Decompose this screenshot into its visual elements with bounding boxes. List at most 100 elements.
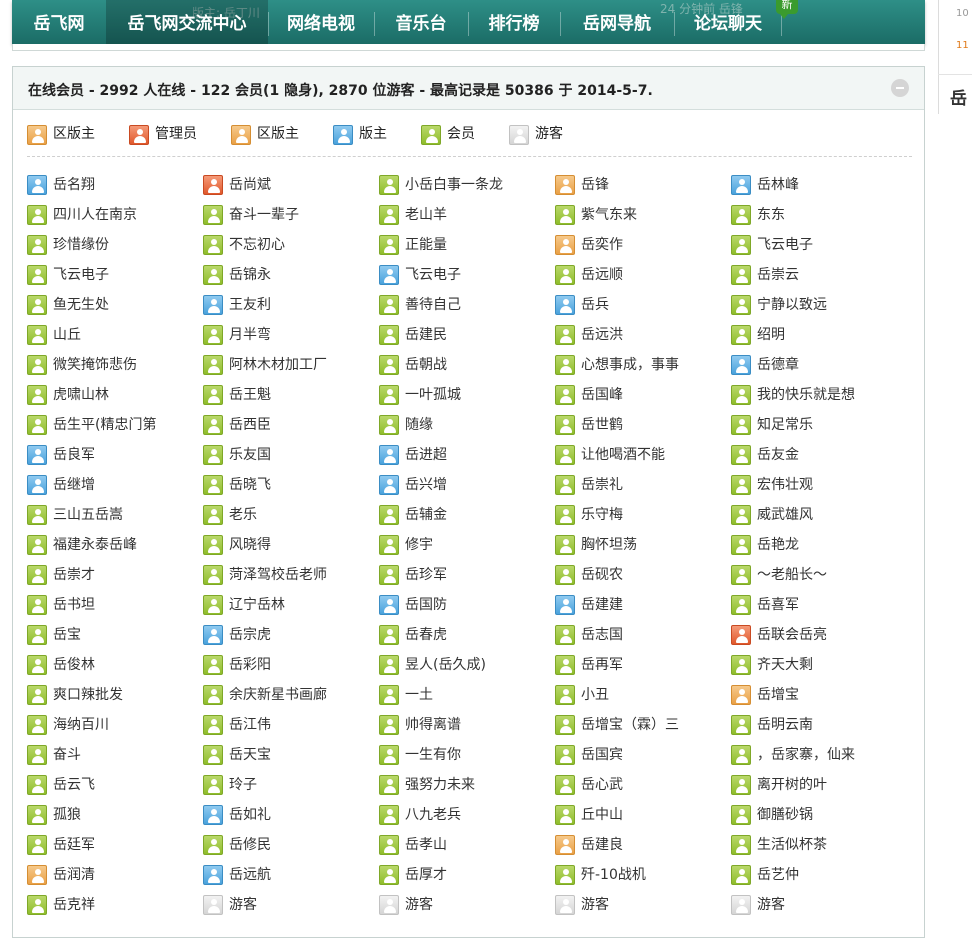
member-list-item[interactable]: 岳锋 <box>555 174 725 196</box>
member-name[interactable]: 正能量 <box>405 235 447 255</box>
member-list-item[interactable]: 岳砚农 <box>555 564 725 586</box>
nav-item-forum-chat[interactable]: 论坛聊天 <box>675 0 781 44</box>
member-name[interactable]: 月半弯 <box>229 325 271 345</box>
member-name[interactable]: 岳宝 <box>53 625 81 645</box>
member-name[interactable]: 辽宁岳林 <box>229 595 285 615</box>
member-list-item[interactable]: 宁静以致远 <box>731 294 901 316</box>
member-name[interactable]: 岳友金 <box>757 445 799 465</box>
member-name[interactable]: 微笑掩饰悲伤 <box>53 355 137 375</box>
member-name[interactable]: 珍惜缘份 <box>53 235 109 255</box>
member-list-item[interactable]: 岳明云南 <box>731 714 901 736</box>
member-name[interactable]: 岳朝战 <box>405 355 447 375</box>
member-name[interactable]: 岳砚农 <box>581 565 623 585</box>
member-name[interactable]: 一生有你 <box>405 745 461 765</box>
member-name[interactable]: 岳继增 <box>53 475 95 495</box>
member-list-item[interactable]: 乐守梅 <box>555 504 725 526</box>
member-list-item[interactable]: 岳继增 <box>27 474 197 496</box>
member-name[interactable]: ～老船长～ <box>757 565 827 585</box>
member-name[interactable]: 岳世鹤 <box>581 415 623 435</box>
member-list-item[interactable]: 虎啸山林 <box>27 384 197 406</box>
member-name[interactable]: 知足常乐 <box>757 415 813 435</box>
member-name[interactable]: 绍明 <box>757 325 785 345</box>
member-list-item[interactable]: 八九老兵 <box>379 804 549 826</box>
member-name[interactable]: 玲子 <box>229 775 257 795</box>
member-name[interactable]: 岳如礼 <box>229 805 271 825</box>
member-list-item[interactable]: 山丘 <box>27 324 197 346</box>
member-name[interactable]: 岳喜军 <box>757 595 799 615</box>
member-name[interactable]: 岳艳龙 <box>757 535 799 555</box>
member-name[interactable]: 让他喝酒不能 <box>581 445 665 465</box>
member-name[interactable]: 岳崇才 <box>53 565 95 585</box>
member-name[interactable]: 岳珍军 <box>405 565 447 585</box>
nav-item-navigation[interactable]: 岳网导航 <box>561 0 673 44</box>
member-list-item[interactable]: 三山五岳嵩 <box>27 504 197 526</box>
member-list-item[interactable]: 离开树的叶 <box>731 774 901 796</box>
member-name[interactable]: 岳远洪 <box>581 325 623 345</box>
member-name[interactable]: 岳彩阳 <box>229 655 271 675</box>
member-name[interactable]: 岳志国 <box>581 625 623 645</box>
member-list-item[interactable]: 辽宁岳林 <box>203 594 373 616</box>
member-name[interactable]: 紫气东来 <box>581 205 637 225</box>
member-list-item[interactable]: 岳增宝（霖）三 <box>555 714 725 736</box>
nav-item-home[interactable]: 岳飞网 <box>12 0 106 44</box>
member-list-item[interactable]: 珍惜缘份 <box>27 234 197 256</box>
member-name[interactable]: 齐天大剩 <box>757 655 813 675</box>
member-name[interactable]: 离开树的叶 <box>757 775 827 795</box>
member-name[interactable]: 岳锦永 <box>229 265 271 285</box>
member-list-item[interactable]: 一生有你 <box>379 744 549 766</box>
member-list-item[interactable]: 小岳白事一条龙 <box>379 174 549 196</box>
member-list-item[interactable]: 岳如礼 <box>203 804 373 826</box>
member-list-item[interactable]: 奋斗一辈子 <box>203 204 373 226</box>
member-list-item[interactable]: 菏泽驾校岳老师 <box>203 564 373 586</box>
member-name[interactable]: 岳名翔 <box>53 175 95 195</box>
member-list-item[interactable]: 福建永泰岳峰 <box>27 534 197 556</box>
member-list-item[interactable]: 游客 <box>203 894 373 916</box>
member-list-item[interactable]: 王友利 <box>203 294 373 316</box>
member-name[interactable]: 御膳砂锅 <box>757 805 813 825</box>
member-name[interactable]: 飞云电子 <box>53 265 109 285</box>
member-name[interactable]: 孤狼 <box>53 805 81 825</box>
member-name[interactable]: 岳建民 <box>405 325 447 345</box>
member-name[interactable]: 帅得离谱 <box>405 715 461 735</box>
member-list-item[interactable]: 知足常乐 <box>731 414 901 436</box>
member-list-item[interactable]: 岳远航 <box>203 864 373 886</box>
member-name[interactable]: 福建永泰岳峰 <box>53 535 137 555</box>
member-list-item[interactable]: 微笑掩饰悲伤 <box>27 354 197 376</box>
member-name[interactable]: 奋斗一辈子 <box>229 205 299 225</box>
member-name[interactable]: 岳崇云 <box>757 265 799 285</box>
member-list-item[interactable]: 昱人(岳久成) <box>379 654 549 676</box>
member-name[interactable]: 生活似杯茶 <box>757 835 827 855</box>
member-list-item[interactable]: 岳崇云 <box>731 264 901 286</box>
member-list-item[interactable]: 绍明 <box>731 324 901 346</box>
member-name[interactable]: 岳晓飞 <box>229 475 271 495</box>
member-list-item[interactable]: 岳建良 <box>555 834 725 856</box>
member-list-item[interactable]: 海纳百川 <box>27 714 197 736</box>
member-name[interactable]: 岳宗虎 <box>229 625 271 645</box>
member-name[interactable]: 岳廷军 <box>53 835 95 855</box>
member-list-item[interactable]: 齐天大剩 <box>731 654 901 676</box>
member-name[interactable]: 岳王魁 <box>229 385 271 405</box>
member-list-item[interactable]: ～老船长～ <box>731 564 901 586</box>
member-name[interactable]: 岳兴增 <box>405 475 447 495</box>
member-list-item[interactable]: ，岳家寨，仙来 <box>731 744 901 766</box>
member-list-item[interactable]: 宏伟壮观 <box>731 474 901 496</box>
member-name[interactable]: 胸怀坦荡 <box>581 535 637 555</box>
member-name[interactable]: 游客 <box>229 895 257 915</box>
member-list-item[interactable]: 岳润清 <box>27 864 197 886</box>
member-name[interactable]: 岳良军 <box>53 445 95 465</box>
member-list-item[interactable]: 岳俊林 <box>27 654 197 676</box>
member-name[interactable]: ，岳家寨，仙来 <box>757 745 855 765</box>
member-name[interactable]: 岳远航 <box>229 865 271 885</box>
member-name[interactable]: 岳江伟 <box>229 715 271 735</box>
member-name[interactable]: 岳生平(精忠门第 <box>53 415 156 435</box>
member-name[interactable]: 海纳百川 <box>53 715 109 735</box>
member-name[interactable]: 随缘 <box>405 415 433 435</box>
member-list-item[interactable]: 岳兴增 <box>379 474 549 496</box>
member-list-item[interactable]: 岳增宝 <box>731 684 901 706</box>
member-list-item[interactable]: 老山羊 <box>379 204 549 226</box>
member-name[interactable]: 岳崇礼 <box>581 475 623 495</box>
nav-item-music[interactable]: 音乐台 <box>375 0 467 44</box>
member-name[interactable]: 岳天宝 <box>229 745 271 765</box>
member-list-item[interactable]: 威武雄风 <box>731 504 901 526</box>
member-name[interactable]: 歼-10战机 <box>581 865 646 885</box>
